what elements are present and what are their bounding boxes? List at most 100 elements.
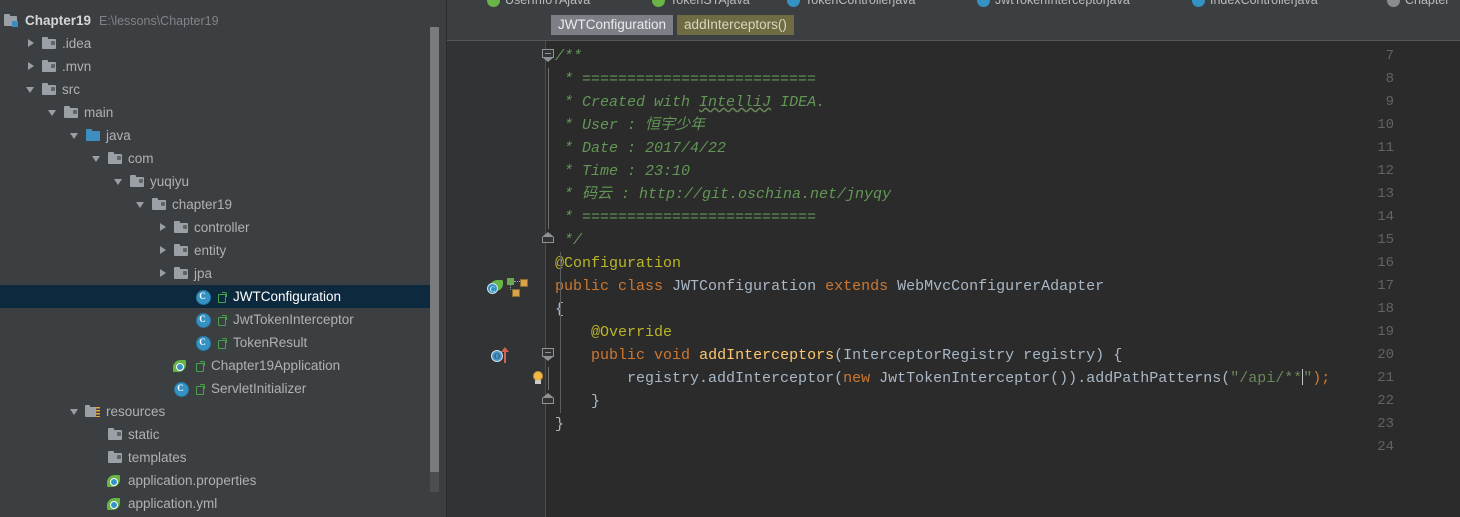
code-line[interactable]: * ========================== [555,206,816,229]
code-line[interactable]: @Override [555,321,672,344]
sidebar-item-chapter19[interactable]: chapter19 [0,193,434,216]
tree-expand-arrow[interactable] [158,268,169,279]
sidebar-item-label: entity [194,242,227,258]
sidebar-item-static[interactable]: static [0,423,434,446]
line-number: 10 [1377,117,1394,133]
fold-marker[interactable] [542,45,556,68]
tree-expand-arrow[interactable] [92,452,103,463]
file-tab[interactable]: IndexControllerjava [1192,0,1318,10]
file-tab[interactable]: Chapter [1387,0,1449,10]
sidebar-item-tokenresult[interactable]: C TokenResult [0,331,434,354]
sidebar-item-resources[interactable]: resources [0,400,434,423]
code-line[interactable]: * 码云 : http://git.oschina.net/jnyqy [555,183,891,206]
file-tab[interactable]: JwtTokenInterceptorjava [977,0,1130,10]
fold-region-line [542,114,556,137]
tree-expand-arrow[interactable] [92,475,103,486]
code-line[interactable]: } [555,413,564,436]
tree-expand-arrow[interactable] [136,199,147,210]
project-tool-window[interactable]: Chapter19 E:\lessons\Chapter19 .idea .mvn sr… [0,0,447,517]
tree-expand-arrow[interactable] [92,429,103,440]
tree-expand-arrow[interactable] [70,130,81,141]
project-tree-scrollbar-thumb[interactable] [430,27,439,472]
code-line[interactable]: /** [555,45,582,68]
code-line[interactable]: * User : 恒宇少年 [555,114,705,137]
sidebar-item-servletinitializer[interactable]: C ServletInitializer [0,377,434,400]
tree-expand-arrow[interactable] [114,176,125,187]
code-line[interactable]: public class JWTConfiguration extends We… [555,275,1104,298]
sidebar-item-label: Chapter19Application [211,357,341,373]
file-tab-strip[interactable]: UserInfoTAjava TokenSTAjava TokenControlle… [447,0,1460,10]
spring-diagram-icon[interactable] [447,275,545,298]
code-line[interactable]: public void addInterceptors(InterceptorR… [555,344,1122,367]
tree-expand-arrow[interactable] [26,61,37,72]
breadcrumb-class[interactable]: JWTConfiguration [551,14,674,36]
file-tab[interactable]: TokenSTAjava [652,0,750,10]
sidebar-item-com[interactable]: com [0,147,434,170]
project-root-path: E:\lessons\Chapter19 [99,13,219,28]
tree-expand-arrow[interactable] [158,360,169,371]
code-line[interactable]: * Date : 2017/4/22 [555,137,726,160]
tree-expand-arrow[interactable] [26,84,37,95]
code-line[interactable]: * Created with IntelliJ IDEA. [555,91,825,114]
code-line[interactable]: * Time : 23:10 [555,160,690,183]
tree-expand-arrow[interactable] [158,383,169,394]
line-number: 9 [1385,94,1394,110]
fold-region-line [542,91,556,114]
line-number: 17 [1377,278,1394,294]
idea-window: Chapter19 E:\lessons\Chapter19 .idea .mvn sr… [0,0,1460,517]
public-visibility-icon [194,359,206,373]
tree-expand-arrow[interactable] [180,314,191,325]
sidebar-item-jwtconfiguration[interactable]: C JWTConfiguration [0,285,434,308]
sidebar-item-entity[interactable]: entity [0,239,434,262]
file-tab-label: JwtTokenInterceptorjava [995,0,1130,7]
tree-expand-arrow[interactable] [92,498,103,509]
tree-expand-arrow[interactable] [92,153,103,164]
override-method-icon[interactable]: O [447,344,545,367]
package-icon [173,266,189,282]
intention-bulb-icon[interactable] [447,367,545,390]
fold-region-line [542,68,556,91]
package-icon [173,220,189,236]
sidebar-item-java[interactable]: java [0,124,434,147]
java-class-icon: C [195,335,211,351]
fold-region-line [542,160,556,183]
sidebar-item-jpa[interactable]: jpa [0,262,434,285]
tree-expand-arrow[interactable] [70,406,81,417]
sidebar-item-main[interactable]: main [0,101,434,124]
breadcrumb-method[interactable]: addInterceptors() [677,14,794,36]
java-file-icon [787,0,800,7]
sidebar-item-yuqiyu[interactable]: yuqiyu [0,170,434,193]
sidebar-item-chapter19application[interactable]: Chapter19Application [0,354,434,377]
public-visibility-icon [194,382,206,396]
tree-expand-arrow[interactable] [180,337,191,348]
tree-expand-arrow[interactable] [26,38,37,49]
code-editor[interactable]: 7 8 9 10 11 12 13 14 15 16 17 18 19 20 21 22 23 24 CO /**… [447,41,1460,517]
fold-marker[interactable] [542,390,556,413]
project-tree[interactable]: Chapter19 E:\lessons\Chapter19 .idea .mvn sr… [0,9,434,515]
sidebar-item-mvn[interactable]: .mvn [0,55,434,78]
sidebar-item-application-yml[interactable]: application.yml [0,492,434,515]
code-line[interactable]: registry.addInterceptor(new JwtTokenInte… [555,367,1330,390]
file-tab[interactable]: TokenControllerjava [787,0,915,10]
tree-expand-arrow[interactable] [48,107,59,118]
sidebar-item-controller[interactable]: controller [0,216,434,239]
sidebar-item-idea[interactable]: .idea [0,32,434,55]
file-tab[interactable]: UserInfoTAjava [487,0,590,10]
project-root-row[interactable]: Chapter19 E:\lessons\Chapter19 [0,9,434,32]
code-line[interactable]: */ [555,229,582,252]
sidebar-item-application-properties[interactable]: application.properties [0,469,434,492]
tree-expand-arrow[interactable] [158,222,169,233]
tree-expand-arrow[interactable] [158,245,169,256]
sidebar-item-jwttokeninterceptor[interactable]: C JwtTokenInterceptor [0,308,434,331]
fold-marker[interactable] [542,229,556,252]
sidebar-item-label: application.yml [128,495,218,511]
tree-expand-arrow[interactable] [180,291,191,302]
sidebar-item-src[interactable]: src [0,78,434,101]
line-number: 16 [1377,255,1394,271]
sidebar-item-label: .mvn [62,58,92,74]
code-line[interactable]: } [555,390,600,413]
sidebar-item-templates[interactable]: templates [0,446,434,469]
code-line[interactable]: @Configuration [555,252,681,275]
code-line[interactable]: * ========================== [555,68,816,91]
project-tree-scrollbar[interactable] [430,27,439,492]
